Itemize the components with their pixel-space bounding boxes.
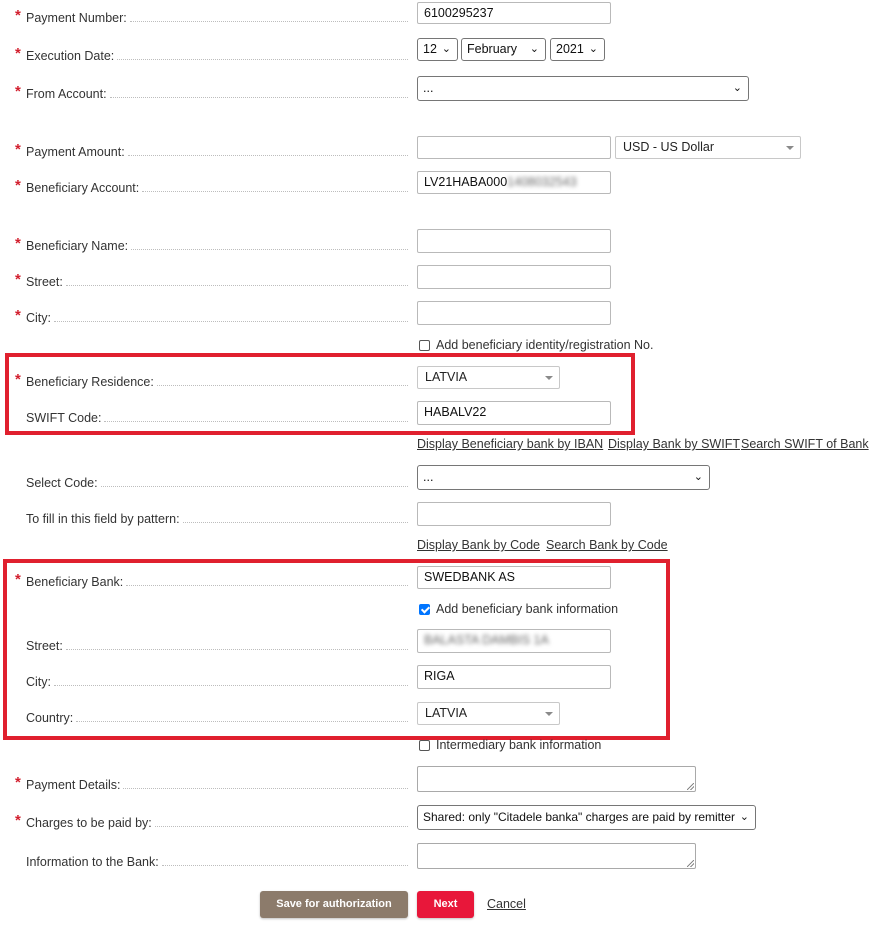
currency-select[interactable]: USD - US Dollar	[615, 136, 801, 159]
search-swift-link[interactable]: Search SWIFT of Bank	[741, 437, 869, 451]
beneficiary-residence-select[interactable]: LATVIA	[417, 366, 560, 389]
required-marker: *	[15, 812, 21, 829]
chevron-down-icon: ⌄	[739, 811, 749, 823]
charges-label: Charges to be paid by:	[26, 813, 408, 830]
required-marker: *	[15, 83, 21, 100]
payment-details-textarea[interactable]	[417, 766, 696, 792]
chevron-down-icon: ⌄	[441, 43, 451, 55]
add-identity-label: Add beneficiary identity/registration No…	[436, 338, 654, 352]
intermediary-label: Intermediary bank information	[436, 738, 602, 752]
save-for-authorization-button[interactable]: Save for authorization	[260, 891, 408, 918]
required-marker: *	[15, 45, 21, 62]
required-marker: *	[15, 371, 21, 388]
pattern-field-input[interactable]	[417, 502, 611, 526]
from-account-label: From Account:	[26, 84, 408, 101]
beneficiary-account-input[interactable]: LV21HABA0001408032543	[417, 171, 611, 194]
street-label: Street:	[26, 272, 408, 289]
charges-select[interactable]: Shared: only "Citadele banka" charges ar…	[417, 805, 756, 830]
bank-city-input[interactable]: RIGA	[417, 665, 611, 689]
intermediary-checkbox[interactable]	[419, 740, 430, 751]
swift-code-label: SWIFT Code:	[26, 408, 408, 425]
required-marker: *	[15, 177, 21, 194]
info-to-bank-textarea[interactable]	[417, 843, 696, 869]
chevron-down-icon: ⌄	[693, 471, 703, 483]
dropdown-arrow-icon	[545, 376, 553, 380]
bank-country-label: Country:	[26, 708, 408, 725]
bank-country-select[interactable]: LATVIA	[417, 702, 560, 725]
required-marker: *	[15, 271, 21, 288]
payment-number-input[interactable]: 6100295237	[417, 2, 611, 24]
beneficiary-bank-input[interactable]: SWEDBANK AS	[417, 566, 611, 589]
add-identity-checkbox[interactable]	[419, 340, 430, 351]
add-bank-info-checkbox[interactable]	[419, 604, 430, 615]
payment-amount-input[interactable]	[417, 136, 611, 159]
bank-city-label: City:	[26, 672, 408, 689]
city-input[interactable]	[417, 301, 611, 325]
day-select[interactable]: 12 ⌄	[417, 38, 458, 61]
bank-street-label: Street:	[26, 636, 408, 653]
required-marker: *	[15, 7, 21, 24]
select-code-label: Select Code:	[26, 473, 408, 490]
required-marker: *	[15, 774, 21, 791]
display-bank-by-swift-link[interactable]: Display Bank by SWIFT	[608, 437, 740, 451]
cancel-link[interactable]: Cancel	[487, 897, 526, 911]
dropdown-arrow-icon	[786, 146, 794, 150]
display-bank-by-iban-link[interactable]: Display Beneficiary bank by IBAN	[417, 437, 603, 451]
payment-details-label: Payment Details:	[26, 775, 408, 792]
required-marker: *	[15, 307, 21, 324]
info-to-bank-label: Information to the Bank:	[26, 852, 408, 869]
dropdown-arrow-icon	[545, 712, 553, 716]
execution-date-label: Execution Date:	[26, 46, 408, 63]
resize-grip-icon[interactable]	[687, 783, 694, 790]
required-marker: *	[15, 571, 21, 588]
beneficiary-account-label: Beneficiary Account:	[26, 178, 408, 195]
payment-amount-label: Payment Amount:	[26, 142, 408, 159]
from-account-select[interactable]: ... ⌄	[417, 76, 749, 101]
beneficiary-bank-label: Beneficiary Bank:	[26, 572, 408, 589]
display-bank-by-code-link[interactable]: Display Bank by Code	[417, 538, 540, 552]
chevron-down-icon: ⌄	[529, 43, 539, 55]
next-button[interactable]: Next	[417, 891, 474, 918]
swift-code-input[interactable]: HABALV22	[417, 401, 611, 425]
add-bank-info-label: Add beneficiary bank information	[436, 602, 619, 616]
beneficiary-name-input[interactable]	[417, 229, 611, 253]
beneficiary-residence-label: Beneficiary Residence:	[26, 372, 408, 389]
payment-number-label: Payment Number:	[26, 8, 408, 25]
beneficiary-name-label: Beneficiary Name:	[26, 236, 408, 253]
street-input[interactable]	[417, 265, 611, 289]
required-marker: *	[15, 141, 21, 158]
chevron-down-icon: ⌄	[588, 43, 598, 55]
chevron-down-icon: ⌄	[732, 82, 742, 94]
resize-grip-icon[interactable]	[687, 860, 694, 867]
city-label: City:	[26, 308, 408, 325]
month-select[interactable]: February ⌄	[461, 38, 546, 61]
search-bank-by-code-link[interactable]: Search Bank by Code	[546, 538, 668, 552]
select-code-select[interactable]: ... ⌄	[417, 465, 710, 490]
year-select[interactable]: 2021 ⌄	[550, 38, 605, 61]
bank-street-input[interactable]: BALASTA DAMBIS 1A	[417, 629, 611, 653]
pattern-field-label: To fill in this field by pattern:	[26, 509, 408, 526]
required-marker: *	[15, 235, 21, 252]
